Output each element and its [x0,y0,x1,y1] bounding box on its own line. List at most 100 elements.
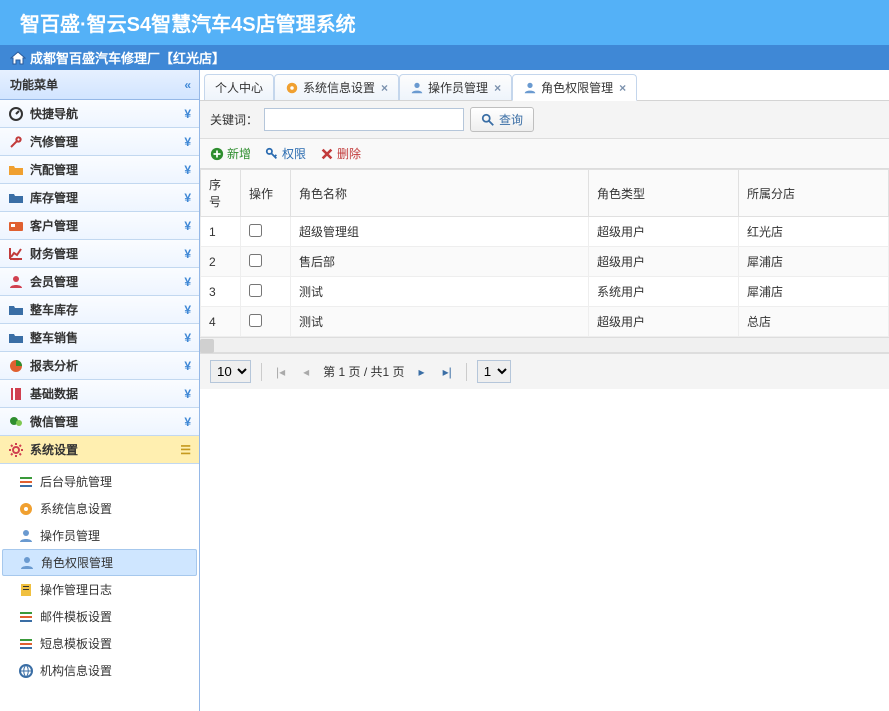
first-page-button[interactable]: |◂ [272,365,289,379]
col-type: 角色类型 [589,170,739,217]
list-icon [18,474,34,490]
search-button[interactable]: 查询 [470,107,534,132]
toolbar: 新增 权限 删除 [200,139,889,169]
search-icon [481,113,495,127]
org-bar: 成都智百盛汽车修理厂【红光店】 [0,45,889,70]
expand-icon: ¥ [184,163,191,177]
book-icon [8,386,24,402]
perm-button[interactable]: 权限 [265,145,306,162]
tab-sysinfo[interactable]: 系统信息设置 × [274,74,399,100]
menu-basedata[interactable]: 基础数据 ¥ [0,380,199,408]
key-icon [265,147,279,161]
col-op: 操作 [241,170,291,217]
plus-icon [210,147,224,161]
col-branch: 所属分店 [739,170,889,217]
close-icon[interactable]: × [619,81,626,95]
menu-repair[interactable]: 汽修管理 ¥ [0,128,199,156]
sub-mail-tpl[interactable]: 邮件模板设置 [0,603,199,630]
menu-carstock[interactable]: 整车库存 ¥ [0,296,199,324]
role-table: 序号 操作 角色名称 角色类型 所属分店 1 超级管理组 超级用户 红光店 2 [200,169,889,337]
sub-oplog[interactable]: 操作管理日志 [0,576,199,603]
keyword-input[interactable] [264,108,464,131]
close-icon[interactable]: × [494,81,501,95]
menu-wechat[interactable]: 微信管理 ¥ [0,408,199,436]
expand-icon: ¥ [184,191,191,205]
expand-icon: ¥ [184,219,191,233]
globe-icon [18,663,34,679]
sub-orginfo[interactable]: 机构信息设置 [0,657,199,684]
expand-icon: ¥ [184,303,191,317]
expand-icon: ¥ [184,359,191,373]
collapse-icon[interactable]: « [184,78,189,92]
main-area: 个人中心 系统信息设置 × 操作员管理 × 角色权限管理 × 关键词： [200,70,889,711]
collapse-icon: ☰ [180,443,191,457]
table-row[interactable]: 1 超级管理组 超级用户 红光店 [201,217,889,247]
row-checkbox[interactable] [249,224,262,237]
expand-icon: ¥ [184,415,191,429]
folder-icon [8,330,24,346]
list-icon [18,636,34,652]
add-button[interactable]: 新增 [210,145,251,162]
user-icon [18,528,34,544]
page-size-select[interactable]: 10 [210,360,251,383]
keyword-label: 关键词： [210,111,258,128]
col-name: 角色名称 [291,170,589,217]
sub-role-perm[interactable]: 角色权限管理 [2,549,197,576]
menu-member[interactable]: 会员管理 ¥ [0,268,199,296]
sidebar: 功能菜单 « 快捷导航 ¥ 汽修管理 ¥ 汽配管理 ¥ 库存管理 ¥ 客户管理 … [0,70,200,711]
home-icon [10,51,26,65]
gear-icon [8,442,24,458]
sidebar-title: 功能菜单 « [0,70,199,100]
card-icon [8,218,24,234]
last-page-button[interactable]: ▸| [439,365,456,379]
gear-orange-icon [18,501,34,517]
table-row[interactable]: 4 测试 超级用户 总店 [201,307,889,337]
sub-nav-manage[interactable]: 后台导航管理 [0,468,199,495]
page-info: 第 1 页 / 共1 页 [323,363,404,380]
user-icon [19,555,35,571]
pager: 10 |◂ ◂ 第 1 页 / 共1 页 ▸ ▸| 1 [200,353,889,389]
user-icon [410,81,424,95]
row-checkbox[interactable] [249,284,262,297]
table-row[interactable]: 3 测试 系统用户 犀浦店 [201,277,889,307]
sub-sysinfo[interactable]: 系统信息设置 [0,495,199,522]
sub-operator[interactable]: 操作员管理 [0,522,199,549]
row-checkbox[interactable] [249,254,262,267]
wechat-icon [8,414,24,430]
expand-icon: ¥ [184,135,191,149]
menu-customer[interactable]: 客户管理 ¥ [0,212,199,240]
next-page-button[interactable]: ▸ [415,365,429,379]
table-row[interactable]: 2 售后部 超级用户 犀浦店 [201,247,889,277]
wrench-icon [8,134,24,150]
prev-page-button[interactable]: ◂ [299,365,313,379]
app-header: 智百盛·智云S4智慧汽车4S店管理系统 [0,0,889,45]
menu-finance[interactable]: 财务管理 ¥ [0,240,199,268]
menu-quicknav[interactable]: 快捷导航 ¥ [0,100,199,128]
expand-icon: ¥ [184,107,191,121]
menu-parts[interactable]: 汽配管理 ¥ [0,156,199,184]
close-icon[interactable]: × [381,81,388,95]
expand-icon: ¥ [184,331,191,345]
h-scrollbar[interactable] [200,337,889,353]
user-icon [8,274,24,290]
menu-settings[interactable]: 系统设置 ☰ [0,436,199,464]
row-checkbox[interactable] [249,314,262,327]
user-icon [523,81,537,95]
dashboard-icon [8,106,24,122]
folder-icon [8,162,24,178]
menu-stock[interactable]: 库存管理 ¥ [0,184,199,212]
sub-sms-tpl[interactable]: 短息模板设置 [0,630,199,657]
expand-icon: ¥ [184,275,191,289]
delete-button[interactable]: 删除 [320,145,361,162]
settings-submenu: 后台导航管理 系统信息设置 操作员管理 角色权限管理 操作管理日志 邮件模板设置 [0,464,199,688]
tab-role-perm[interactable]: 角色权限管理 × [512,74,637,101]
menu-report[interactable]: 报表分析 ¥ [0,352,199,380]
expand-icon: ¥ [184,387,191,401]
menu-carsale[interactable]: 整车销售 ¥ [0,324,199,352]
page-jump-select[interactable]: 1 [477,360,511,383]
pie-icon [8,358,24,374]
tab-operator[interactable]: 操作员管理 × [399,74,512,100]
cross-icon [320,147,334,161]
tab-profile[interactable]: 个人中心 [204,74,274,100]
search-bar: 关键词： 查询 [200,101,889,139]
